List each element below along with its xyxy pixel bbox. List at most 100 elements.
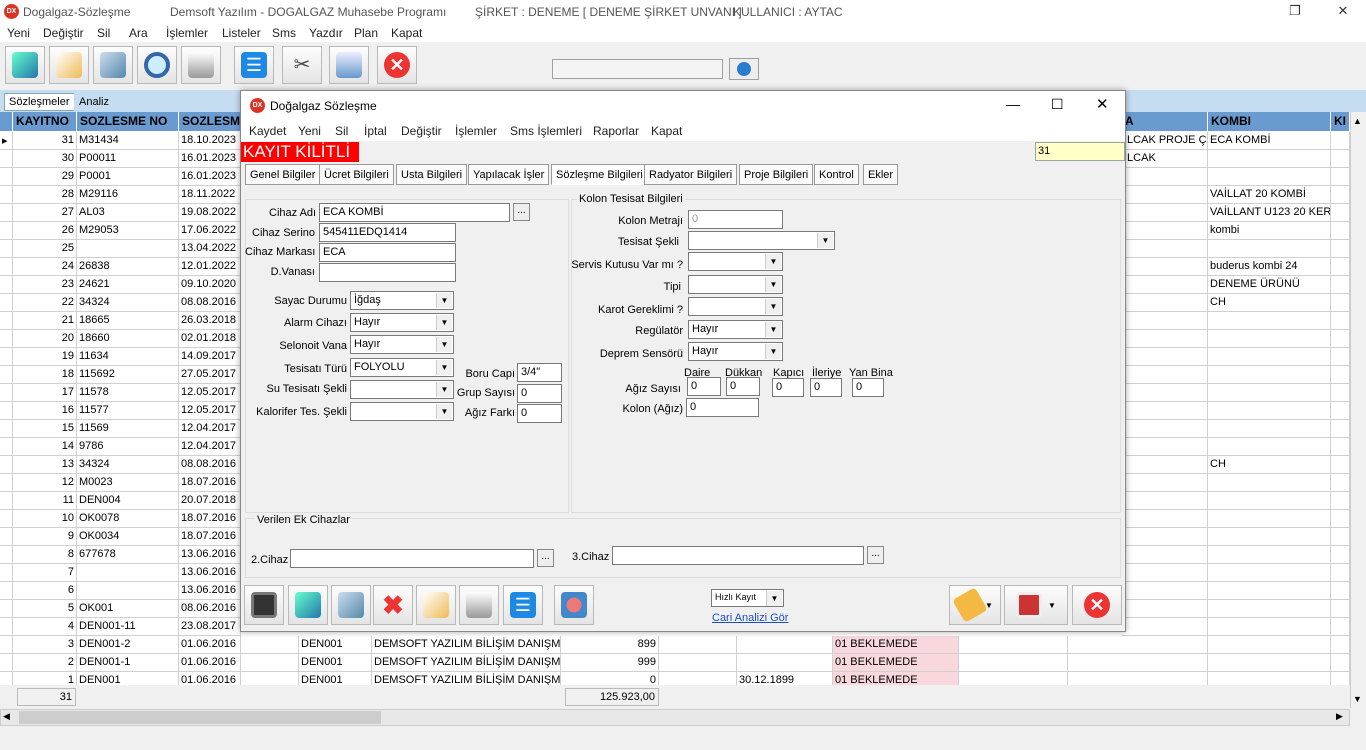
cell-date[interactable]: 16.01.2023 [179,150,241,168]
cihaz-2-lookup-button[interactable]: ... [537,549,554,567]
cell-a[interactable]: ILCAK PROJE ÇİZ [1122,132,1208,150]
table-row[interactable]: 3 DEN001-2 01.06.2016 DEN001 DEMSOFT YAZILIM… [0,636,1350,654]
row-indicator[interactable] [0,438,13,456]
cell-ki[interactable] [1331,456,1350,474]
cell-date[interactable]: 18.07.2016 [179,474,241,492]
cell-kayitno[interactable]: 3 [13,636,77,654]
cihaz-3-input[interactable] [612,546,864,565]
cell-date[interactable]: 08.08.2016 [179,456,241,474]
selonoit-select[interactable]: Hayır [350,335,454,354]
cell-kombi[interactable]: ECA KOMBİ [1208,132,1331,150]
cell-ki[interactable] [1331,672,1350,685]
cell-kombi[interactable] [1208,582,1331,600]
cihaz-markasi-input[interactable]: ECA [319,243,456,262]
cell-ki[interactable] [1331,582,1350,600]
cell-a[interactable] [1122,204,1208,222]
cell-blank[interactable] [1068,654,1208,672]
cell-kayitno[interactable]: 2 [13,654,77,672]
cell-kombi[interactable]: DENEME ÜRÜNÜ [1208,276,1331,294]
cell-sozlesme-no[interactable]: P00011 [77,150,179,168]
cell-ki[interactable] [1331,348,1350,366]
row-indicator[interactable] [0,366,13,384]
cell-kayitno[interactable]: 17 [13,384,77,402]
cell-kombi[interactable] [1208,348,1331,366]
cell-kombi[interactable] [1208,510,1331,528]
cell-date[interactable]: 08.06.2016 [179,600,241,618]
users-button[interactable] [554,585,594,625]
cell-ki[interactable] [1331,420,1350,438]
cell-tutar[interactable]: 899 [561,636,659,654]
cell-a[interactable] [1122,438,1208,456]
menu-islemler[interactable]: İşlemler [166,26,208,40]
cell-date[interactable]: 18.11.2022 [179,186,241,204]
cell-date[interactable]: 27.05.2017 [179,366,241,384]
cell-ki[interactable] [1331,186,1350,204]
col-header-kayitno[interactable]: KAYITNO [13,112,77,131]
col-header-sozlesme-no[interactable]: SOZLESME NO [77,112,179,131]
vertical-scrollbar[interactable]: ▲ ▼ [1350,112,1366,708]
tools-button[interactable]: ✂ [282,46,322,84]
cell-a[interactable] [1122,258,1208,276]
cell-a[interactable] [1122,546,1208,564]
cell-kombi[interactable]: buderus kombi 24 [1208,258,1331,276]
servis-kutusu-select[interactable] [688,252,783,271]
cell-ki[interactable] [1331,474,1350,492]
cell-kayitno[interactable]: 24 [13,258,77,276]
search-combo[interactable] [552,59,723,79]
exit-button[interactable]: ✕ [377,46,417,84]
cell-date[interactable]: 08.08.2016 [179,294,241,312]
cell-ki[interactable] [1331,276,1350,294]
daire-input[interactable]: 0 [687,377,721,396]
cell-sozlesme-no[interactable]: DEN004 [77,492,179,510]
cell-date[interactable]: 13.06.2016 [179,582,241,600]
cell-kombi[interactable] [1208,330,1331,348]
cell-sozlesme-no[interactable] [77,564,179,582]
cell-ki[interactable] [1331,294,1350,312]
kolon-agiz-input[interactable]: 0 [686,398,759,417]
su-tesisati-select[interactable] [350,380,454,399]
cell-kayitno[interactable]: 10 [13,510,77,528]
row-indicator[interactable] [0,564,13,582]
row-indicator[interactable] [0,420,13,438]
cell-blank[interactable] [959,672,1068,685]
menu-ara[interactable]: Ara [129,26,148,40]
cell-a[interactable] [1122,528,1208,546]
cell-sozlesme-no[interactable]: 26838 [77,258,179,276]
tab-ekler[interactable]: Ekler [863,164,899,185]
cell-kombi[interactable]: CH [1208,456,1331,474]
row-indicator[interactable] [0,474,13,492]
hizli-kayit-select[interactable]: Hızlı Kayıt [711,589,784,607]
regulator-select[interactable]: Hayır [688,320,783,339]
dialog-list-button[interactable]: ☰ [503,585,543,625]
row-indicator[interactable] [0,456,13,474]
table-row[interactable]: 2 DEN001-1 01.06.2016 DEN001 DEMSOFT YAZILIM… [0,654,1350,672]
tab-kontrol[interactable]: Kontrol [814,164,859,185]
cell-ki[interactable] [1331,654,1350,672]
cell-ki[interactable] [1331,528,1350,546]
menu-yazdir[interactable]: Yazdır [309,26,343,40]
cell-date[interactable]: 18.07.2016 [179,510,241,528]
cell-sozlesme-no[interactable]: M0023 [77,474,179,492]
cell-kombi[interactable] [1208,618,1331,636]
deprem-select[interactable]: Hayır [688,342,783,361]
cihaz-adi-input[interactable]: ECA KOMBİ [319,203,510,222]
row-indicator[interactable] [0,330,13,348]
cell-blank[interactable] [1068,636,1208,654]
cell-date[interactable]: 16.01.2023 [179,168,241,186]
cell-date[interactable]: 18.10.2023 [179,132,241,150]
cell-ki[interactable] [1331,258,1350,276]
cell-a[interactable] [1122,402,1208,420]
cell-kayitno[interactable]: 28 [13,186,77,204]
row-indicator[interactable] [0,510,13,528]
cell-unvan[interactable]: DEMSOFT YAZILIM BİLİŞİM DANIŞMAN [372,672,561,685]
row-indicator[interactable] [0,204,13,222]
cell-ki[interactable] [1331,366,1350,384]
dmenu-kapat[interactable]: Kapat [651,124,682,138]
dmenu-degistir[interactable]: Değiştir [401,124,442,138]
scroll-up-icon[interactable]: ▲ [1353,116,1362,126]
cell-cari[interactable]: DEN001 [299,654,372,672]
cell-date[interactable]: 01.06.2016 [179,672,241,685]
sayac-select[interactable]: İğdaş [350,291,454,310]
cell-sozlesme-no[interactable]: DEN001 [77,672,179,685]
tag-button[interactable]: ▼ [949,585,1001,625]
